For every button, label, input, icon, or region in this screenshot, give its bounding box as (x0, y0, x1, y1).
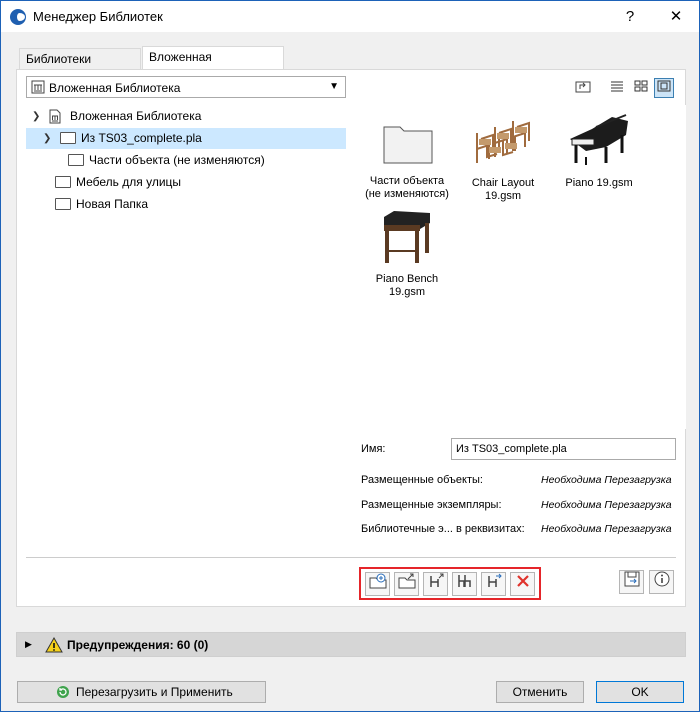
placed-instances-label: Размещенные экземпляры: (361, 499, 502, 511)
library-icon (31, 80, 45, 94)
export-object-button[interactable] (423, 572, 448, 596)
warnings-bar[interactable]: ▶ Предупреждения: 60 (0) (16, 632, 686, 657)
library-dropdown[interactable]: Вложенная Библиотека ▼ (26, 76, 346, 98)
close-button[interactable]: ✕ (653, 1, 699, 32)
library-tree: ❯ Вложенная Библиотека ❯ Из TS03_complet… (26, 105, 346, 547)
placed-objects-label: Размещенные объекты: (361, 474, 483, 486)
object-library-button[interactable] (452, 572, 477, 596)
ok-button[interactable]: OK (596, 681, 684, 703)
chair-move-icon (487, 573, 502, 587)
folder-icon (68, 153, 84, 166)
warning-icon (45, 637, 63, 653)
grid-item-chair-layout[interactable]: Chair Layout 19.gsm (456, 113, 550, 203)
library-manager-window: Менеджер Библиотек ? ✕ Библиотеки Проект… (0, 0, 700, 712)
move-object-button[interactable] (481, 572, 506, 596)
chair-export-icon (429, 573, 443, 587)
tree-item-object-parts[interactable]: Части объекта (не изменяются) (26, 150, 346, 171)
library-icon (49, 109, 61, 124)
list-view-button[interactable] (607, 78, 627, 98)
reload-label: Перезагрузить и Применить (76, 685, 233, 699)
tree-item-label: Мебель для улицы (76, 175, 182, 189)
tab-embedded-library[interactable]: Вложенная Библиотека (142, 46, 284, 84)
name-field[interactable]: Из TS03_complete.pla (451, 438, 676, 460)
large-icons-view-button[interactable] (654, 78, 674, 98)
folder-up-icon (575, 81, 591, 93)
list-view-icon (611, 81, 623, 92)
warnings-label: Предупреждения: 60 (0) (67, 638, 209, 652)
grid-item-piano-bench[interactable]: Piano Bench 19.gsm (360, 209, 454, 301)
reload-and-apply-button[interactable]: Перезагрузить и Применить (17, 681, 266, 703)
chair-layout-thumbnail (476, 121, 530, 163)
large-icon-view-icon (657, 80, 671, 92)
grid-item-label: Части объекта (не изменяются) (365, 175, 449, 200)
info-icon (654, 571, 669, 587)
divider (26, 557, 676, 558)
tree-item-new-folder[interactable]: Новая Папка (26, 194, 346, 215)
reload-icon (57, 686, 69, 698)
name-label: Имя: (361, 443, 386, 455)
info-button[interactable] (649, 570, 674, 594)
attribute-elements-value: Необходима Перезагрузка (541, 523, 672, 535)
grand-piano-thumbnail (570, 114, 628, 165)
expand-triangle-icon[interactable]: ▶ (25, 639, 32, 650)
add-folder-button[interactable] (365, 572, 390, 596)
window-title: Менеджер Библиотек (33, 9, 163, 24)
dropdown-value: Вложенная Библиотека (49, 81, 181, 95)
help-button[interactable]: ? (607, 1, 653, 32)
grid-item-label: Chair Layout 19.gsm (471, 177, 535, 202)
delete-icon (516, 575, 529, 587)
tree-item-label: Новая Папка (76, 197, 149, 211)
tree-item-label: Вложенная Библиотека (70, 109, 202, 123)
attribute-elements-label: Библиотечные э... в реквизитах: (361, 523, 525, 535)
folder-icon (55, 197, 71, 210)
grid-item-object-parts[interactable]: Части объекта (не изменяются) (360, 113, 454, 203)
save-library-button[interactable] (619, 570, 644, 594)
tree-item-embedded-library[interactable]: ❯ Вложенная Библиотека (26, 106, 346, 127)
folder-add-icon (369, 573, 386, 589)
export-folder-button[interactable] (394, 572, 419, 596)
cancel-button[interactable]: Отменить (496, 681, 584, 703)
folder-icon (55, 175, 71, 188)
placed-objects-value: Необходима Перезагрузка (541, 474, 672, 486)
tree-item-ts03-complete[interactable]: ❯ Из TS03_complete.pla (26, 128, 346, 149)
save-icon (624, 571, 639, 587)
delete-button[interactable] (510, 572, 535, 596)
tree-item-street-furniture[interactable]: Мебель для улицы (26, 172, 346, 193)
chevron-down-icon[interactable]: ❯ (32, 106, 40, 127)
chevron-down-icon: ▼ (329, 81, 339, 92)
library-item-grid: Части объекта (не изменяются) Chair Layo… (359, 105, 686, 429)
chevron-down-icon[interactable]: ❯ (43, 128, 51, 149)
tree-item-label: Из TS03_complete.pla (81, 131, 202, 145)
folder-icon (60, 131, 76, 144)
grid-item-label: Piano Bench 19.gsm (375, 273, 439, 298)
piano-bench-thumbnail (384, 211, 430, 263)
small-icons-view-button[interactable] (631, 78, 651, 98)
archicad-app-icon (10, 9, 26, 25)
grid-item-piano[interactable]: Piano 19.gsm (552, 113, 646, 203)
tree-item-label: Части объекта (не изменяются) (89, 153, 265, 167)
folder-icon (383, 126, 433, 164)
folder-export-icon (398, 573, 415, 589)
library-actions-toolbar (359, 567, 541, 600)
grid-view-icon (634, 80, 648, 92)
tab-project-libraries[interactable]: Библиотеки Проекта (19, 48, 141, 86)
grid-item-label: Piano 19.gsm (565, 177, 633, 189)
parent-folder-button[interactable] (573, 78, 593, 98)
chairs-icon (457, 575, 471, 587)
placed-instances-value: Необходима Перезагрузка (541, 499, 672, 511)
title-bar: Менеджер Библиотек ? ✕ (1, 1, 699, 32)
